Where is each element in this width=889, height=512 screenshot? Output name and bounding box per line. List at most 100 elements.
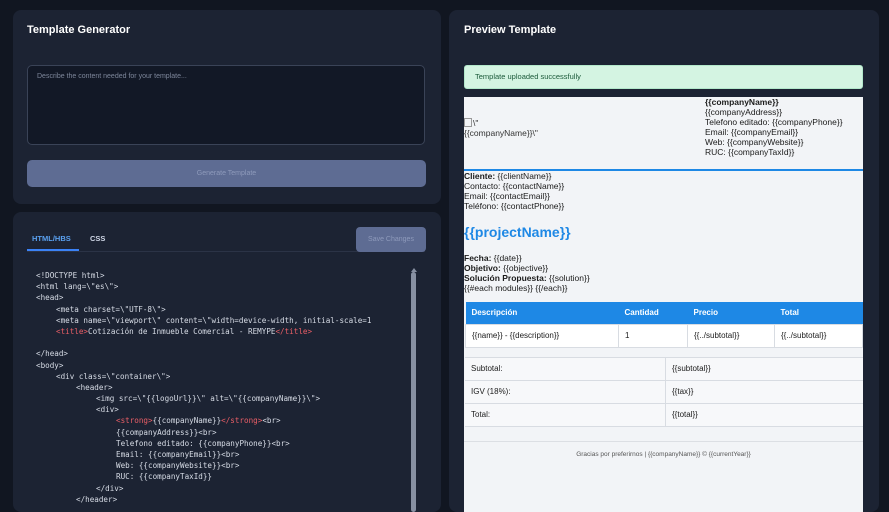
- col-total: Total: [774, 302, 863, 325]
- template-preview-document: \" {{companyName}}\" {{companyName}} {{c…: [464, 97, 863, 512]
- code-line: <head>: [36, 292, 408, 303]
- code-line: Telefono editado: {{companyPhone}}<br>: [36, 438, 408, 449]
- items-table-header: Descripción Cantidad Precio Total: [465, 302, 863, 325]
- total-value: {{total}}: [665, 403, 863, 427]
- code-text-token: Telefono editado: {{companyPhone}}<br>: [116, 438, 290, 448]
- template-generator-panel: Template Generator Describe the content …: [13, 10, 441, 204]
- code-text-token: Web: {{companyWebsite}}<br>: [116, 461, 240, 471]
- totals-row-subtotal: Subtotal: {{subtotal}}: [465, 357, 863, 381]
- template-description-input[interactable]: Describe the content needed for your tem…: [27, 65, 425, 145]
- code-text-token: <img src=\"{{logoUrl}}\" alt=\"{{company…: [96, 394, 321, 404]
- preview-title: Preview Template: [464, 24, 557, 36]
- company-phone: Telefono editado: {{companyPhone}}: [705, 117, 843, 127]
- code-text-token: <div>: [96, 405, 119, 415]
- client-contact: Contacto: {{contactName}}: [464, 181, 565, 191]
- document-footer: Gracias por preferirnos | {{companyName}…: [576, 451, 751, 458]
- igv-value: {{tax}}: [665, 380, 863, 404]
- code-text-token: <header>: [76, 382, 113, 392]
- tab-html-hbs[interactable]: HTML/HBS: [32, 234, 71, 243]
- generate-template-button[interactable]: Generate Template: [27, 160, 426, 187]
- code-text-token: Cotización de Inmueble Comercial - REMYP…: [88, 326, 276, 336]
- code-text-token: <meta name=\"viewport\" content=\"width=…: [56, 315, 372, 325]
- code-line: <html lang=\"es\">: [36, 281, 408, 292]
- client-email: Email: {{contactEmail}}: [464, 191, 550, 201]
- client-value: {{clientName}}: [495, 171, 552, 181]
- code-line: {{companyAddress}}<br>: [36, 427, 408, 438]
- logo-alt-text-1: \": [473, 118, 479, 128]
- col-cantidad: Cantidad: [618, 302, 688, 325]
- company-email: Email: {{companyEmail}}: [705, 127, 799, 137]
- code-line: Web: {{companyWebsite}}<br>: [36, 460, 408, 471]
- code-line: <strong>{{companyName}}</strong><br>: [36, 415, 408, 426]
- generator-title: Template Generator: [27, 24, 131, 36]
- code-line: </head>: [36, 348, 408, 359]
- code-text-token: </header>: [76, 494, 118, 504]
- code-line: </header>: [36, 494, 408, 505]
- code-text-token: <!DOCTYPE html>: [36, 271, 105, 280]
- fecha-value: {{date}}: [491, 253, 522, 263]
- subtotal-value: {{subtotal}}: [665, 357, 863, 381]
- cell-cantidad: 1: [618, 324, 688, 348]
- each-modules-line: {{#each modules}} {{/each}}: [464, 283, 568, 293]
- code-scrollbar-thumb[interactable]: [411, 272, 416, 512]
- tab-css[interactable]: CSS: [90, 234, 105, 243]
- code-line: RUC: {{companyTaxId}}: [36, 471, 408, 482]
- code-text-token: <div class=\"container\">: [56, 371, 171, 381]
- cell-descripcion: {{name}} - {{description}}: [465, 324, 619, 348]
- code-text-token: {{companyName}}: [152, 416, 222, 426]
- code-tag-token: <title>: [56, 326, 89, 336]
- code-text-token: Email: {{companyEmail}}<br>: [116, 450, 240, 459]
- code-tag-token: <strong>: [116, 416, 153, 426]
- code-line: <meta name=\"viewport\" content=\"width=…: [36, 315, 408, 326]
- company-address: {{companyAddress}}: [705, 107, 783, 117]
- template-description-placeholder: Describe the content needed for your tem…: [37, 73, 187, 80]
- code-editor[interactable]: <!DOCTYPE html> <html lang=\"es\"> <head> <…: [36, 270, 408, 510]
- subtotal-label: Subtotal:: [465, 357, 666, 381]
- code-text-token: </head>: [36, 349, 69, 359]
- code-line: </div>: [36, 483, 408, 494]
- code-line: Email: {{companyEmail}}<br>: [36, 449, 408, 460]
- totals-row-total: Total: {{total}}: [465, 403, 863, 427]
- client-label: Cliente:: [464, 171, 496, 181]
- code-text-token: <br>: [262, 416, 281, 426]
- company-website: Web: {{companyWebsite}}: [705, 137, 804, 147]
- code-line: <div>: [36, 404, 408, 415]
- project-details: Fecha: {{date}} Objetivo: {{objective}} …: [464, 253, 590, 293]
- footer-divider: [464, 441, 863, 442]
- col-descripcion: Descripción: [465, 302, 619, 325]
- save-changes-button[interactable]: Save Changes: [356, 227, 426, 252]
- code-line: <!DOCTYPE html>: [36, 270, 408, 281]
- company-ruc: RUC: {{companyTaxId}}: [705, 147, 795, 157]
- code-text-token: RUC: {{companyTaxId}}: [116, 472, 213, 482]
- code-line: <img src=\"{{logoUrl}}\" alt=\"{{company…: [36, 393, 408, 404]
- code-text-token: </div>: [96, 483, 124, 493]
- broken-image-icon: [464, 118, 472, 127]
- objetivo-value: {{objective}}: [500, 263, 549, 273]
- code-text-token: <head>: [36, 293, 64, 303]
- company-name: {{companyName}}: [705, 97, 779, 107]
- cell-precio: {{../subtotal}}: [687, 324, 775, 348]
- code-line: <meta charset=\"UTF-8\">: [36, 304, 408, 315]
- client-phone: Teléfono: {{contactPhone}}: [464, 201, 565, 211]
- objetivo-label: Objetivo:: [464, 263, 501, 273]
- code-text-token: <meta charset=\"UTF-8\">: [56, 304, 166, 314]
- code-scrollbar[interactable]: [411, 272, 416, 512]
- cell-total: {{../subtotal}}: [774, 324, 863, 348]
- company-logo-image: \" {{companyName}}\": [464, 118, 538, 138]
- totals-table: Subtotal: {{subtotal}} IGV (18%): {{tax}…: [465, 357, 863, 427]
- company-info: {{companyName}} {{companyAddress}} Telef…: [705, 97, 843, 157]
- col-precio: Precio: [687, 302, 775, 325]
- success-toast: Template uploaded successfully: [464, 65, 863, 89]
- code-text-token: {{companyAddress}}<br>: [116, 427, 217, 437]
- table-row: {{name}} - {{description}} 1 {{../subtot…: [465, 324, 863, 348]
- client-info: Cliente: {{clientName}} Contacto: {{cont…: [464, 171, 564, 211]
- code-line: <body>: [36, 360, 408, 371]
- code-text-token: <html lang=\"es\">: [36, 282, 119, 292]
- code-tag-token: </title>: [275, 326, 313, 336]
- preview-panel: Preview Template Template uploaded succe…: [449, 10, 879, 512]
- fecha-label: Fecha:: [464, 253, 492, 263]
- igv-label: IGV (18%):: [465, 380, 666, 404]
- code-line: <title>Cotización de Inmueble Comercial …: [36, 326, 408, 337]
- totals-row-igv: IGV (18%): {{tax}}: [465, 380, 863, 404]
